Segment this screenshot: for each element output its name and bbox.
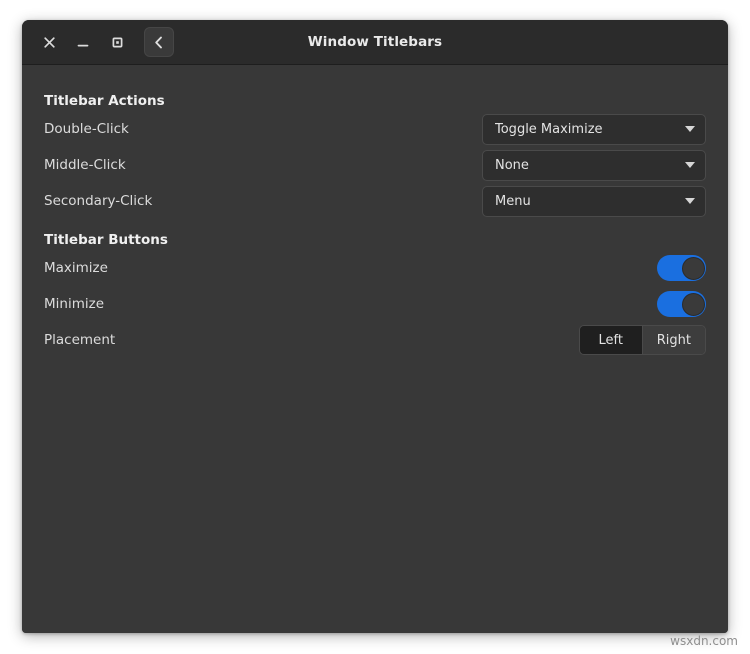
toggle-knob — [681, 256, 705, 280]
row-placement: Placement Left Right — [44, 322, 706, 358]
row-control: None — [482, 149, 706, 181]
window-controls — [32, 27, 174, 57]
chevron-down-icon — [685, 162, 695, 168]
dropdown-value: Toggle Maximize — [495, 121, 603, 137]
placement-segmented-control: Left Right — [578, 325, 706, 355]
chevron-left-icon — [155, 36, 162, 48]
row-label: Maximize — [44, 260, 108, 276]
chevron-down-icon — [685, 126, 695, 132]
dropdown-value: Menu — [495, 193, 531, 209]
window-titlebar: Window Titlebars — [22, 20, 728, 65]
watermark: wsxdn.com — [670, 634, 738, 648]
section-titlebar-actions: Titlebar Actions Double-Click Toggle Max… — [44, 93, 706, 219]
row-minimize: Minimize — [44, 286, 706, 322]
row-middle-click: Middle-Click None — [44, 147, 706, 183]
minimize-toggle[interactable] — [657, 291, 706, 317]
middle-click-action-dropdown[interactable]: None — [482, 149, 706, 181]
section-heading: Titlebar Actions — [44, 93, 165, 109]
section-heading: Titlebar Buttons — [44, 232, 168, 248]
row-secondary-click: Secondary-Click Menu — [44, 183, 706, 219]
chevron-down-icon — [685, 198, 695, 204]
row-control: Left Right — [578, 325, 706, 355]
back-button[interactable] — [144, 27, 174, 57]
row-label: Placement — [44, 332, 116, 348]
row-control: Toggle Maximize — [482, 113, 706, 145]
row-label: Double-Click — [44, 121, 129, 137]
maximize-toggle[interactable] — [657, 255, 706, 281]
maximize-icon[interactable] — [100, 27, 134, 57]
row-control — [657, 255, 706, 281]
toggle-knob — [681, 292, 705, 316]
section-titlebar-buttons: Titlebar Buttons Maximize Minimize Place… — [44, 232, 706, 358]
placement-option-right[interactable]: Right — [641, 326, 705, 354]
row-double-click: Double-Click Toggle Maximize — [44, 111, 706, 147]
double-click-action-dropdown[interactable]: Toggle Maximize — [482, 113, 706, 145]
row-label: Secondary-Click — [44, 193, 153, 209]
placement-option-left[interactable]: Left — [579, 326, 642, 354]
settings-content: Titlebar Actions Double-Click Toggle Max… — [22, 65, 728, 633]
row-control: Menu — [482, 185, 706, 217]
row-label: Middle-Click — [44, 157, 126, 173]
close-icon[interactable] — [32, 27, 66, 57]
minimize-icon[interactable] — [66, 27, 100, 57]
secondary-click-action-dropdown[interactable]: Menu — [482, 185, 706, 217]
dropdown-value: None — [495, 157, 529, 173]
row-control — [657, 291, 706, 317]
row-maximize: Maximize — [44, 250, 706, 286]
settings-window: Window Titlebars Titlebar Actions Double… — [22, 20, 728, 633]
row-label: Minimize — [44, 296, 104, 312]
